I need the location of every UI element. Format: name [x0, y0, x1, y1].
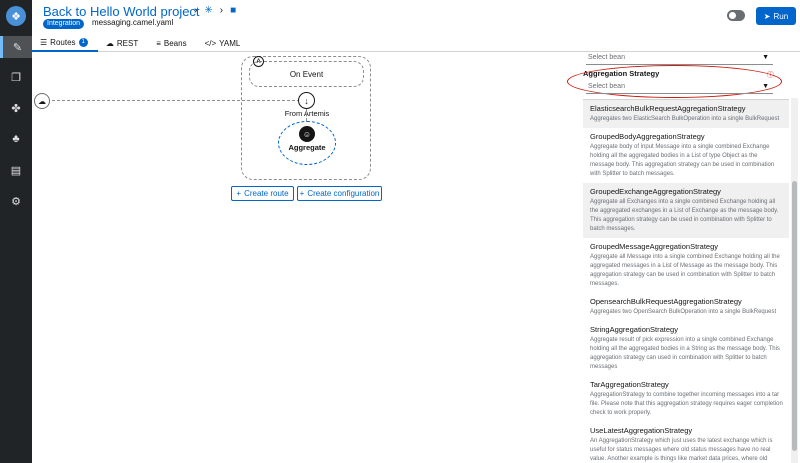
select-placeholder: Select bean	[588, 83, 625, 90]
tab-beans[interactable]: ≡ Beans	[148, 34, 196, 52]
sidebar: ❖ ✎ ❐ ✤ ♣ ▤ ⚙	[0, 0, 32, 463]
properties-panel: Select bean ▼ Aggregation Strategy ⓘ Sel…	[567, 51, 800, 463]
caret-down-icon: ▼	[762, 54, 769, 61]
tab-label: Routes	[50, 37, 76, 47]
cloud-icon: ☁	[105, 38, 114, 48]
header: Back to Hello World project › ✳ › ■ Inte…	[32, 0, 800, 34]
integration-icon[interactable]: ✤	[0, 97, 32, 119]
integration-badge: Integration	[43, 19, 85, 29]
from-node-label: From Artemis	[284, 109, 330, 118]
docs-icon[interactable]: ▤	[0, 159, 32, 181]
tab-label: REST	[116, 38, 139, 48]
list-item[interactable]: GroupedBodyAggregationStrategy Aggregate…	[583, 128, 789, 183]
aggregation-strategy-select[interactable]: Select bean ▼	[586, 80, 773, 94]
chevron-right-icon: ›	[219, 5, 224, 16]
plus-icon: +	[299, 189, 305, 198]
select-placeholder: Select bean	[588, 54, 625, 61]
breadcrumb: › ✳ › ■	[194, 5, 236, 16]
tab-label: YAML	[219, 38, 241, 48]
list-item[interactable]: GroupedMessageAggregationStrategy Aggreg…	[583, 238, 789, 293]
file-name: messaging.camel.yaml	[92, 18, 174, 27]
tab-routes[interactable]: ☰ Routes 1	[32, 34, 98, 52]
plus-icon: +	[236, 189, 242, 198]
integration-type-icon[interactable]: ✳	[204, 5, 212, 16]
aggregate-icon: ☺	[299, 126, 315, 142]
create-configuration-label: Create configuration	[307, 189, 380, 198]
tab-bar: ☰ Routes 1 ☁ REST ≡ Beans </> YAML	[32, 34, 800, 52]
aggregate-node-label: Aggregate	[288, 143, 326, 152]
from-node-icon[interactable]: ↓	[298, 92, 315, 109]
list-item[interactable]: OpensearchBulkRequestAggregationStrategy…	[583, 293, 789, 321]
routes-count-badge: 1	[78, 37, 88, 47]
scrollbar-thumb[interactable]	[792, 181, 797, 451]
back-to-project-link[interactable]: Back to Hello World project	[43, 4, 200, 19]
components-icon[interactable]: ♣	[0, 128, 32, 150]
list-item[interactable]: UseLatestAggregationStrategy An Aggregat…	[583, 422, 789, 463]
run-button[interactable]: ➤ Run	[756, 7, 796, 25]
route-canvas[interactable]: ☁ A On Event ↓ From Artemis ☺ Aggregate …	[32, 53, 577, 463]
send-icon: ➤	[763, 11, 771, 21]
create-route-button[interactable]: + Create route	[231, 186, 294, 201]
chevron-right-icon: ›	[194, 5, 198, 16]
on-event-node[interactable]: On Event	[249, 61, 364, 87]
list-item[interactable]: ElasticsearchBulkRequestAggregationStrat…	[583, 100, 789, 128]
bean-select[interactable]: Select bean ▼	[586, 51, 773, 65]
caret-down-icon: ▼	[762, 83, 769, 90]
routes-tab-icon: ☰	[40, 37, 48, 47]
settings-icon[interactable]: ⚙	[0, 190, 32, 212]
run-button-label: Run	[773, 11, 789, 21]
list-item[interactable]: StringAggregationStrategy Aggregate resu…	[583, 321, 789, 376]
tab-yaml[interactable]: </> YAML	[197, 34, 251, 52]
bean-options-list: ElasticsearchBulkRequestAggregationStrat…	[583, 99, 789, 463]
tab-label: Beans	[163, 38, 187, 48]
routes-icon[interactable]: ✎	[0, 36, 32, 58]
tab-rest[interactable]: ☁ REST	[98, 34, 148, 52]
code-icon: </>	[204, 38, 217, 48]
list-item[interactable]: TarAggregationStrategy AggregationStrate…	[583, 376, 789, 422]
list-item[interactable]: GroupedExchangeAggregationStrategy Aggre…	[583, 183, 789, 238]
create-route-label: Create route	[244, 189, 289, 198]
create-configuration-button[interactable]: + Create configuration	[297, 186, 382, 201]
copy-icon[interactable]: ❐	[0, 66, 32, 88]
beans-icon: ≡	[156, 38, 161, 48]
app-logo-icon[interactable]: ❖	[6, 6, 26, 26]
folder-icon[interactable]: ■	[230, 5, 236, 16]
node-connector	[306, 109, 307, 121]
cloud-source-icon[interactable]: ☁	[34, 93, 50, 109]
theme-toggle[interactable]	[727, 10, 745, 21]
